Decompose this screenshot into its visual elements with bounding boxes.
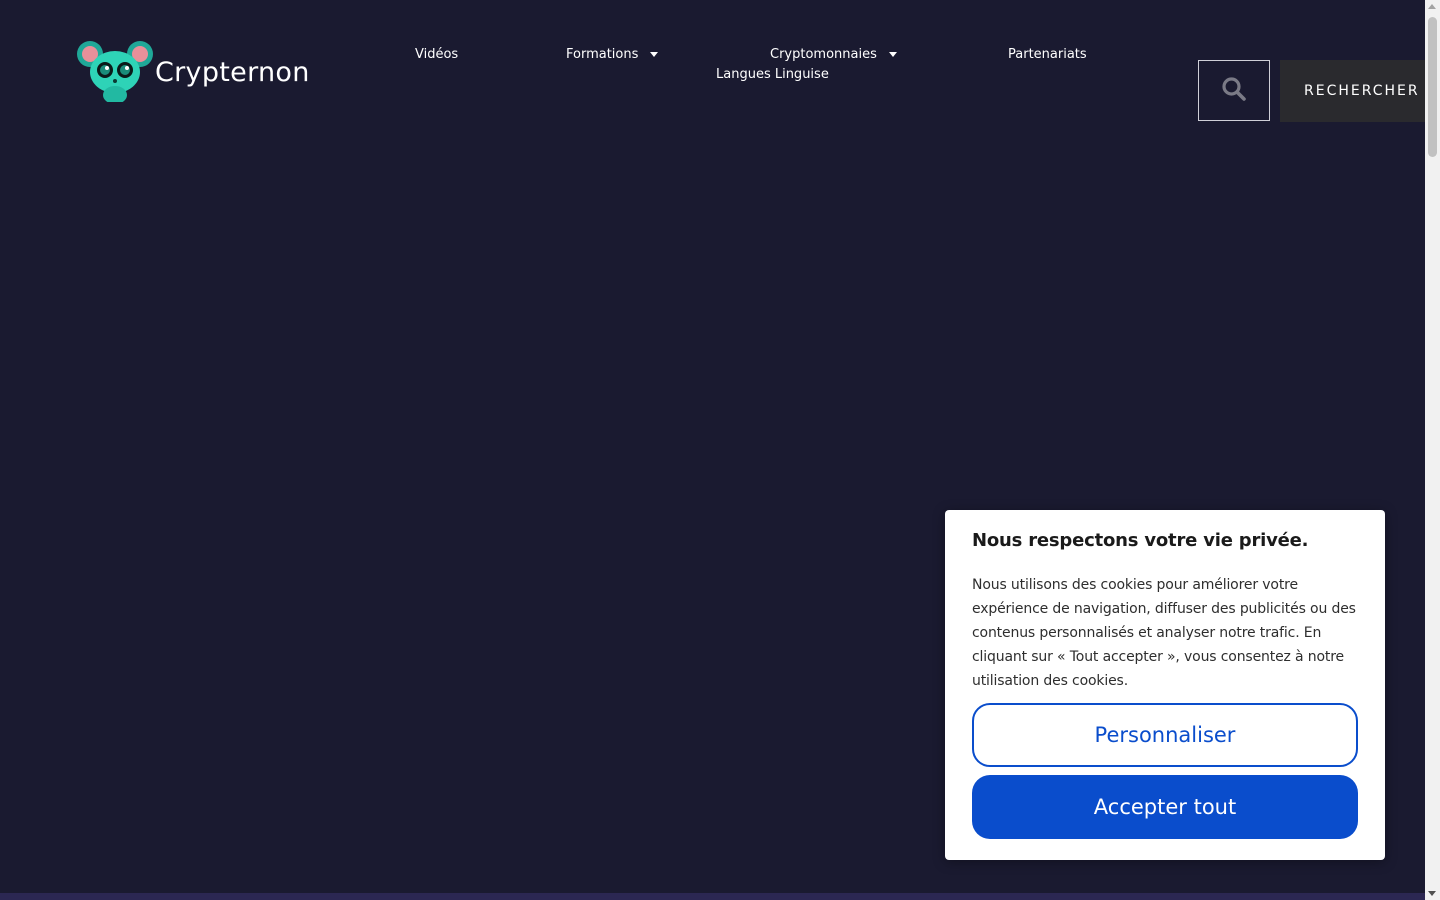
cookie-consent-dialog: Nous respectons votre vie privée. Nous u… xyxy=(945,510,1385,860)
nav-item-cryptomonnaies[interactable]: Cryptomonnaies xyxy=(770,47,897,62)
nav-item-label: Partenariats xyxy=(1008,47,1087,62)
cookie-description: Nous utilisons des cookies pour améliore… xyxy=(972,577,1356,689)
scroll-thumb[interactable] xyxy=(1428,17,1437,157)
site-logo[interactable]: Crypternon xyxy=(76,38,310,104)
nav-item-label: Cryptomonnaies xyxy=(770,47,877,62)
page-scrollbar[interactable] xyxy=(1425,0,1440,900)
scroll-down-icon[interactable] xyxy=(1428,891,1436,896)
mouse-mascot-icon xyxy=(76,38,154,104)
accept-all-button[interactable]: Accepter tout xyxy=(972,775,1358,839)
nav-item-label: Vidéos xyxy=(415,47,459,62)
customize-button[interactable]: Personnaliser xyxy=(972,703,1358,767)
cookie-title: Nous respectons votre vie privée. xyxy=(972,530,1309,551)
nav-item-label: Langues Linguise xyxy=(716,67,829,82)
nav-item-langues[interactable]: Langues Linguise xyxy=(716,67,829,82)
search-button[interactable]: RECHERCHER xyxy=(1280,60,1430,122)
nav-item-formations[interactable]: Formations xyxy=(566,47,659,62)
caret-down-icon xyxy=(888,52,897,57)
caret-down-icon xyxy=(650,52,659,57)
page: Crypternon Vidéos Formations Cryptomonna… xyxy=(0,0,1440,900)
search-toggle[interactable] xyxy=(1198,60,1270,121)
search-icon xyxy=(1221,76,1247,106)
nav-item-videos[interactable]: Vidéos xyxy=(415,47,458,62)
footer-edge xyxy=(0,893,1425,900)
nav-item-partenariats[interactable]: Partenariats xyxy=(1008,47,1087,62)
nav-item-label: Formations xyxy=(566,47,639,62)
scroll-up-icon[interactable] xyxy=(1428,4,1436,9)
brand-name: Crypternon xyxy=(155,56,310,88)
